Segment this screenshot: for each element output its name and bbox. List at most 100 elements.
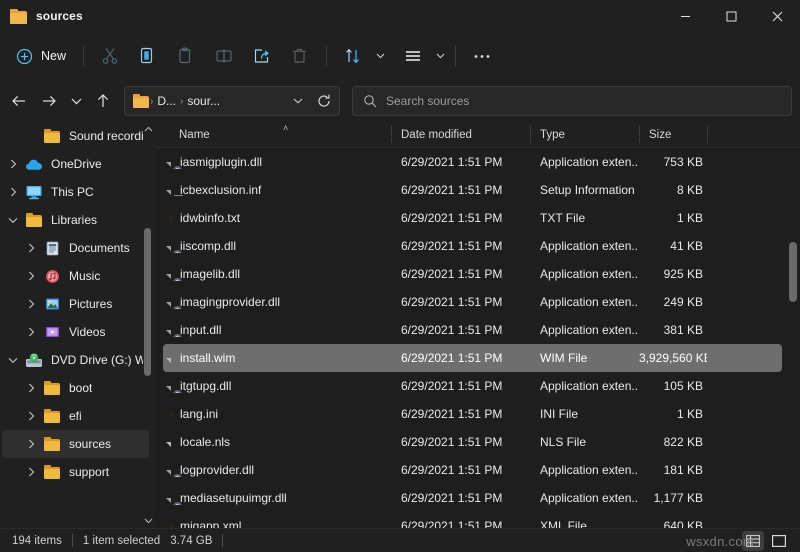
table-row[interactable]: iasmigplugin.dll6/29/2021 1:51 PMApplica…: [163, 148, 782, 176]
sidebar-item-music[interactable]: Music: [2, 262, 149, 290]
nav-scroll-thumb[interactable]: [144, 228, 151, 376]
maximize-button[interactable]: [708, 0, 754, 32]
details-view-button[interactable]: [742, 531, 764, 551]
search-input[interactable]: Search sources: [352, 86, 792, 116]
table-row[interactable]: sidwbinfo.txt6/29/2021 1:51 PMTXT File1 …: [163, 204, 782, 232]
column-header-date-modified[interactable]: Date modified: [391, 122, 530, 147]
sidebar-item-documents[interactable]: Documents: [2, 234, 149, 262]
chevron-down-icon[interactable]: [2, 357, 24, 364]
sidebar-item-boot[interactable]: boot: [2, 374, 149, 402]
file-name: mediasetupuimgr.dll: [180, 491, 287, 505]
pictures-icon: [42, 297, 62, 311]
sidebar-item-support[interactable]: support: [2, 458, 149, 486]
copy-icon: [139, 47, 157, 65]
file-size: 1,177 KB: [639, 491, 707, 505]
refresh-button[interactable]: [311, 88, 337, 114]
table-row[interactable]: imagelib.dll6/29/2021 1:51 PMApplication…: [163, 260, 782, 288]
file-size: 640 KB: [639, 519, 707, 528]
share-button[interactable]: [243, 40, 281, 72]
minimize-button[interactable]: [662, 0, 708, 32]
breadcrumb[interactable]: › D... › sour...: [124, 86, 340, 116]
table-row[interactable]: iiscomp.dll6/29/2021 1:51 PMApplication …: [163, 232, 782, 260]
copy-button[interactable]: [129, 40, 167, 72]
sidebar-item-videos[interactable]: Videos: [2, 318, 149, 346]
cut-button[interactable]: [91, 40, 129, 72]
file-list-scrollbar[interactable]: [786, 148, 800, 528]
music-icon: [42, 269, 62, 284]
back-button[interactable]: [4, 86, 34, 116]
sidebar-item-onedrive[interactable]: OneDrive: [2, 150, 149, 178]
column-headers: Name ˄ Date modified Type Size: [155, 122, 800, 148]
file-type: Application exten...: [530, 379, 639, 393]
sidebar-item-dvd-drive-g-w[interactable]: DVD Drive (G:) W: [2, 346, 149, 374]
window-title: sources: [36, 9, 83, 23]
sidebar-item-sound-recordin[interactable]: Sound recordin: [2, 122, 149, 150]
column-header-type[interactable]: Type: [530, 122, 639, 147]
file-date-modified: 6/29/2021 1:51 PM: [391, 435, 530, 449]
sidebar-item-efi[interactable]: efi: [2, 402, 149, 430]
forward-button[interactable]: [34, 86, 64, 116]
chevron-right-icon[interactable]: [20, 467, 42, 477]
chevron-right-icon[interactable]: [20, 383, 42, 393]
table-row[interactable]: logprovider.dll6/29/2021 1:51 PMApplicat…: [163, 456, 782, 484]
sidebar-item-label: Music: [69, 269, 100, 283]
chevron-right-icon[interactable]: [20, 411, 42, 421]
view-button[interactable]: [394, 40, 432, 72]
sort-button[interactable]: [334, 40, 372, 72]
sidebar-item-libraries[interactable]: Libraries: [2, 206, 149, 234]
new-button[interactable]: New: [10, 41, 76, 71]
chevron-right-icon[interactable]: [20, 271, 42, 281]
table-row[interactable]: mediasetupuimgr.dll6/29/2021 1:51 PMAppl…: [163, 484, 782, 512]
nav-scroll-up-button[interactable]: [144, 122, 153, 136]
recent-locations-button[interactable]: [64, 86, 88, 116]
sidebar-item-sources[interactable]: sources: [2, 430, 149, 458]
chevron-down-icon[interactable]: [2, 217, 24, 224]
breadcrumb-item-0[interactable]: D...: [154, 94, 179, 108]
breadcrumb-dropdown[interactable]: [285, 88, 311, 114]
sidebar-item-pictures[interactable]: Pictures: [2, 290, 149, 318]
chevron-right-icon[interactable]: [2, 187, 24, 197]
dvd-icon: [24, 353, 44, 368]
table-row[interactable]: slang.ini6/29/2021 1:51 PMINI File1 KB: [163, 400, 782, 428]
delete-button[interactable]: [281, 40, 319, 72]
sidebar-item-this-pc[interactable]: This PC: [2, 178, 149, 206]
file-list-scroll-thumb[interactable]: [789, 242, 797, 302]
file-size: 1 KB: [639, 407, 707, 421]
file-name: iiscomp.dll: [180, 239, 236, 253]
table-row[interactable]: install.wim6/29/2021 1:51 PMWIM File3,92…: [163, 344, 782, 372]
view-dropdown[interactable]: [432, 40, 448, 72]
table-row[interactable]: imagingprovider.dll6/29/2021 1:51 PMAppl…: [163, 288, 782, 316]
toolbar-divider-2: [326, 46, 327, 66]
paste-button[interactable]: [167, 40, 205, 72]
column-header-size[interactable]: Size: [639, 122, 707, 147]
table-row[interactable]: locale.nls6/29/2021 1:51 PMNLS File822 K…: [163, 428, 782, 456]
file-date-modified: 6/29/2021 1:51 PM: [391, 183, 530, 197]
file-name: imagingprovider.dll: [180, 295, 280, 309]
chevron-right-icon[interactable]: [20, 327, 42, 337]
navigation-scrollbar[interactable]: [142, 122, 154, 528]
sidebar-item-label: DVD Drive (G:) W: [51, 353, 143, 367]
large-icons-view-button[interactable]: [768, 531, 790, 551]
documents-icon: [42, 241, 62, 256]
chevron-right-icon[interactable]: [2, 159, 24, 169]
table-row[interactable]: input.dll6/29/2021 1:51 PMApplication ex…: [163, 316, 782, 344]
column-header-date-label: Date modified: [401, 129, 472, 141]
column-header-name[interactable]: Name ˄: [163, 122, 391, 147]
up-button[interactable]: [88, 86, 118, 116]
file-size: 41 KB: [639, 239, 707, 253]
nav-scroll-down-button[interactable]: [144, 514, 153, 528]
rename-button[interactable]: [205, 40, 243, 72]
navigation-tree: Sound recordinOneDriveThis PCLibrariesDo…: [0, 122, 155, 528]
sort-dropdown[interactable]: [372, 40, 388, 72]
close-button[interactable]: [754, 0, 800, 32]
table-row[interactable]: itgtupg.dll6/29/2021 1:51 PMApplication …: [163, 372, 782, 400]
table-row[interactable]: icbexclusion.inf6/29/2021 1:51 PMSetup I…: [163, 176, 782, 204]
file-type: Application exten...: [530, 239, 639, 253]
table-row[interactable]: smigapp.xml6/29/2021 1:51 PMXML File640 …: [163, 512, 782, 528]
chevron-right-icon[interactable]: [20, 299, 42, 309]
breadcrumb-item-1[interactable]: sour...: [184, 94, 223, 108]
more-options-button[interactable]: [463, 40, 501, 72]
nav-scroll-track[interactable]: [142, 136, 154, 514]
chevron-right-icon[interactable]: [20, 439, 42, 449]
chevron-right-icon[interactable]: [20, 243, 42, 253]
